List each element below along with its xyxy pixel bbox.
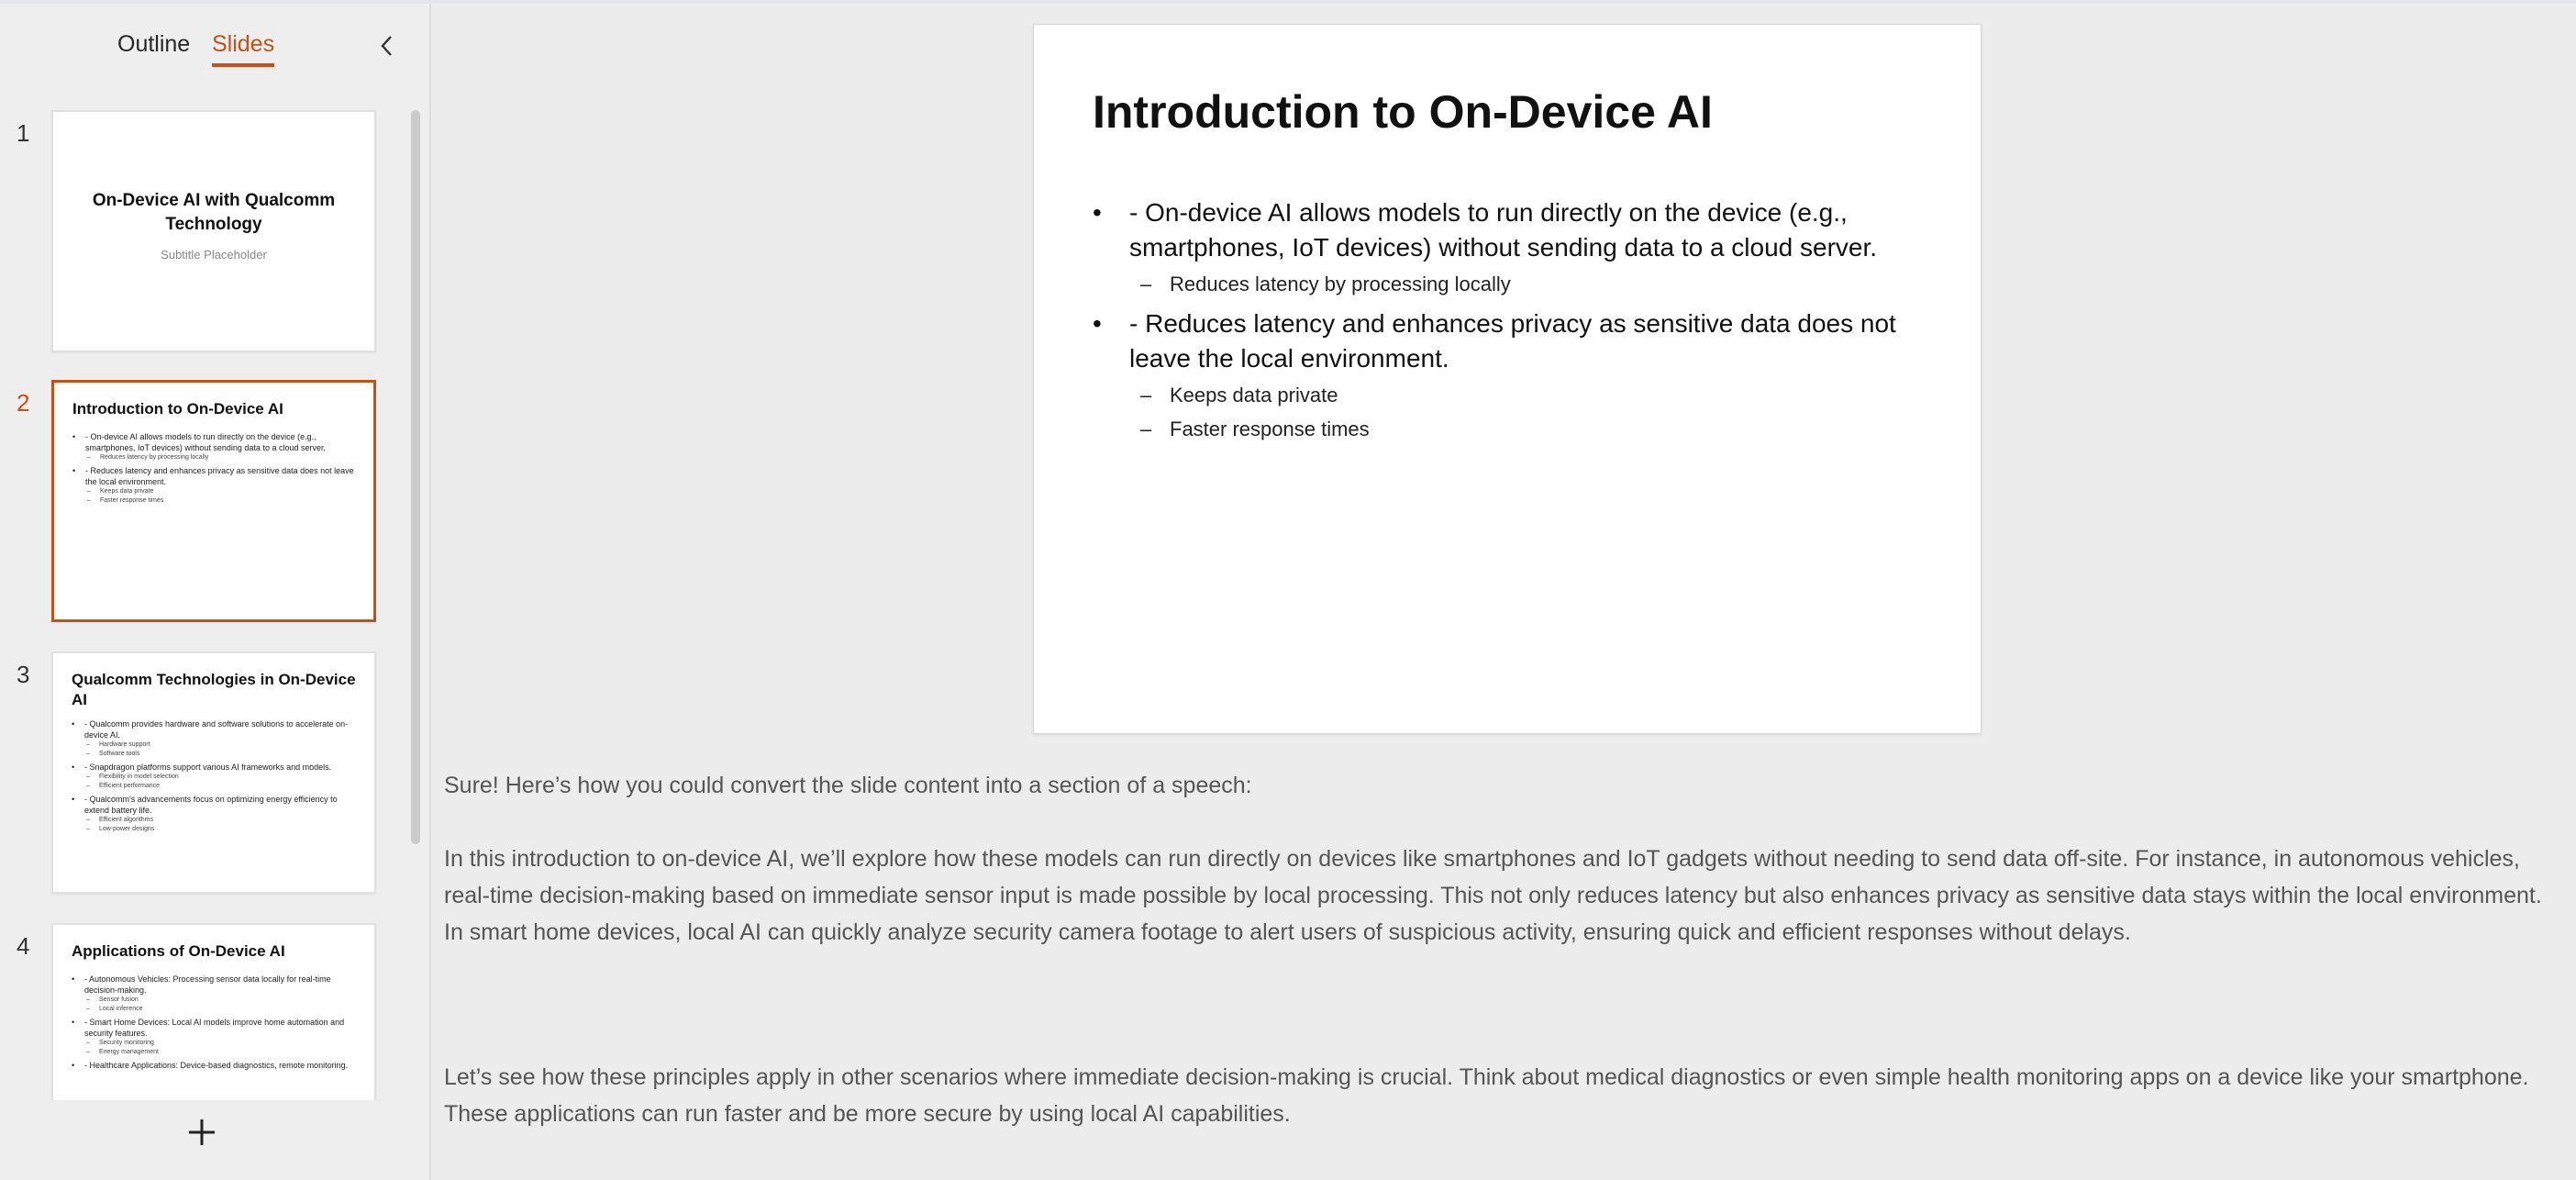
slide-bullet: - Reduces latency and enhances privacy a… <box>1093 306 1918 376</box>
slide-thumbnail-3[interactable]: Qualcomm Technologies in On-Device AI - … <box>51 651 376 894</box>
thumbnail-bullet: - Reduces latency and enhances privacy a… <box>72 465 355 487</box>
thumbnail-bullets: - Autonomous Vehicles: Processing sensor… <box>53 962 374 1071</box>
thumbnail-sub-bullet: Software tools <box>72 750 356 759</box>
slides-panel: Outline Slides 1 On-Device AI with Qualc… <box>0 4 431 1180</box>
thumbnail-sub-bullet: Low-power designs <box>72 825 356 834</box>
slide-number: 4 <box>17 932 30 960</box>
notes-paragraph: Let’s see how these principles apply in … <box>444 1064 2529 1127</box>
thumbnail-title: Introduction to On-Device AI <box>72 400 283 417</box>
thumbnail-title: On-Device AI with Qualcomm Technology <box>92 191 336 234</box>
thumbnail-bullets: - Qualcomm provides hardware and softwar… <box>53 710 374 834</box>
thumbnail-bullet: - Qualcomm provides hardware and softwar… <box>72 718 356 740</box>
thumbnail-bullet: - Healthcare Applications: Device-based … <box>72 1060 356 1071</box>
tab-outline[interactable]: Outline <box>117 31 190 63</box>
slide-number: 3 <box>17 661 30 688</box>
thumbnail-sub-bullet: Efficient algorithms <box>72 816 356 825</box>
tab-slides[interactable]: Slides <box>212 31 275 67</box>
chevron-left-icon <box>381 36 392 56</box>
thumbnail-sub-bullet: Flexibility in model selection <box>72 773 356 782</box>
thumbnail-sub-bullet: Keeps data private <box>72 487 355 496</box>
notes-paragraph: Sure! Here’s how you could convert the s… <box>444 773 1252 798</box>
thumbnail-bullet: - Smart Home Devices: Local AI models im… <box>72 1017 356 1039</box>
thumbnail-subtitle: Subtitle Placeholder <box>161 248 267 262</box>
slide-sub-bullet: Faster response times <box>1093 412 1918 446</box>
panel-tabs: Outline Slides <box>0 31 431 77</box>
slide-thumbnail-1[interactable]: On-Device AI with Qualcomm Technology Su… <box>51 110 376 352</box>
thumbnail-sub-bullet: Reduces latency by processing locally <box>72 453 355 462</box>
slide-thumbnail-4[interactable]: Applications of On-Device AI - Autonomou… <box>51 923 376 1100</box>
thumbnail-sub-bullet: Efficient performance <box>72 782 356 791</box>
speaker-notes[interactable]: Sure! Here’s how you could convert the s… <box>444 767 2563 1171</box>
thumbnail-title: Qualcomm Technologies in On-Device AI <box>72 671 356 708</box>
slide-title[interactable]: Introduction to On-Device AI <box>1093 85 1713 139</box>
thumbnail-title: Applications of On-Device AI <box>72 942 285 960</box>
thumbnail-bullet: - Autonomous Vehicles: Processing sensor… <box>72 974 356 996</box>
thumbnail-sub-bullet: Energy management <box>72 1048 356 1057</box>
thumbnail-sub-bullet: Faster response times <box>72 496 355 506</box>
thumbnail-sub-bullet: Sensor fusion <box>72 996 356 1005</box>
slide-sub-bullet: Reduces latency by processing locally <box>1093 267 1918 301</box>
thumbnail-sub-bullet: Local inference <box>72 1005 356 1014</box>
add-slide-button[interactable] <box>183 1114 220 1151</box>
plus-icon <box>189 1119 215 1145</box>
thumbnail-bullet: - Snapdragon platforms support various A… <box>72 762 356 773</box>
thumbnail-bullet: - Qualcomm's advancements focus on optim… <box>72 794 356 816</box>
thumbnail-sub-bullet: Hardware support <box>72 740 356 750</box>
thumbnail-bullets: - On-device AI allows models to run dire… <box>54 419 373 506</box>
slide-number: 1 <box>17 119 30 147</box>
thumbnail-bullet: - On-device AI allows models to run dire… <box>72 431 355 453</box>
slide-bullet: - On-device AI allows models to run dire… <box>1093 195 1918 265</box>
thumbnail-scrollbar[interactable] <box>411 110 420 844</box>
slide-body[interactable]: - On-device AI allows models to run dire… <box>1093 195 1918 446</box>
slide-number: 2 <box>17 389 30 417</box>
slide-canvas[interactable]: Introduction to On-Device AI - On-device… <box>1033 24 1982 734</box>
collapse-panel-button[interactable] <box>374 29 400 62</box>
slide-thumbnail-2[interactable]: Introduction to On-Device AI - On-device… <box>51 380 376 622</box>
slide-sub-bullet: Keeps data private <box>1093 378 1918 412</box>
thumbnail-sub-bullet: Security monitoring <box>72 1039 356 1048</box>
notes-paragraph: In this introduction to on-device AI, we… <box>444 846 2542 945</box>
slide-thumbnail-list[interactable]: 1 On-Device AI with Qualcomm Technology … <box>0 105 431 1100</box>
